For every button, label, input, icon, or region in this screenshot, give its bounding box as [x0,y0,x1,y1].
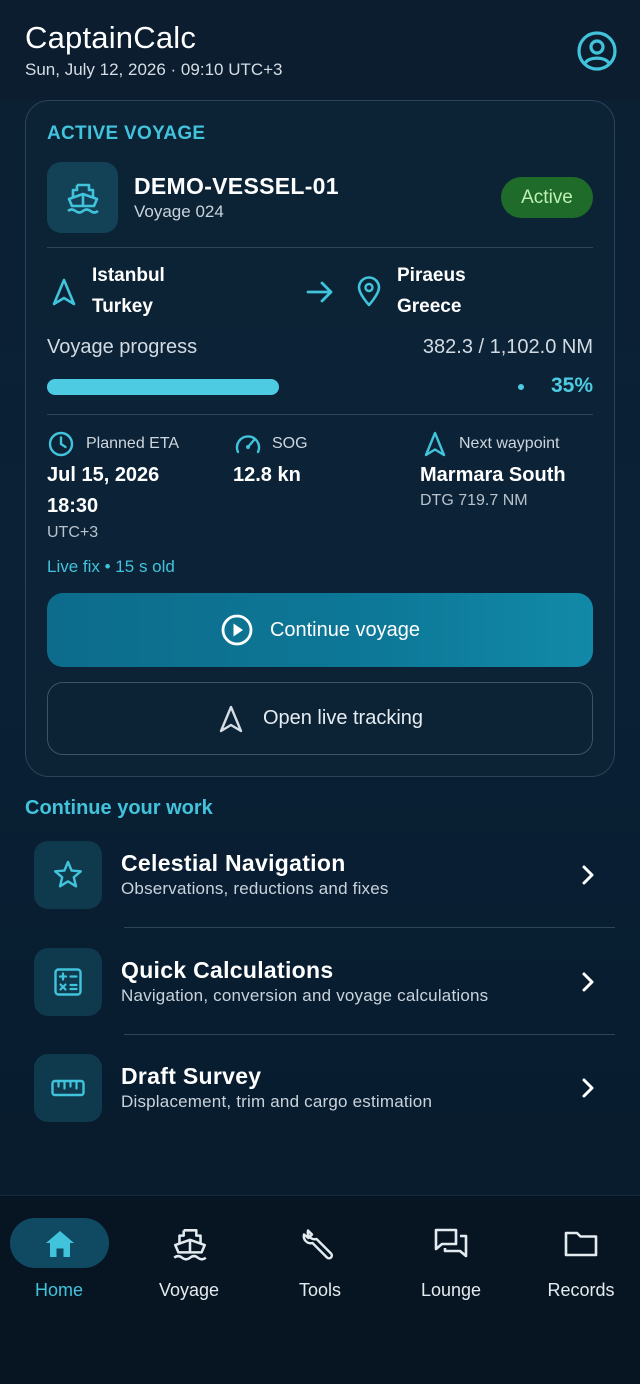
waypoint-icon [424,431,446,457]
nav-item-records[interactable]: Records [512,1196,640,1316]
origin-city: Istanbul [92,265,165,286]
progress-distance: 382.3 / 1,102.0 NM [422,336,593,358]
open-live-tracking-label: Open live tracking [262,707,424,729]
nav-item-tools[interactable]: Tools [256,1196,384,1316]
item-icon-box [34,841,102,909]
nav-item-lounge[interactable]: Lounge [384,1196,512,1316]
location-pin-icon [357,276,381,307]
header-datetime: Sun, July 12, 2026 · 09:10 UTC+3 [25,60,283,79]
list-item-draft-survey[interactable]: Draft Survey Displacement, trim and carg… [0,1043,640,1143]
origin-country: Turkey [92,296,153,317]
item-title: Celestial Navigation [121,850,346,876]
divider [124,1034,615,1035]
ship-icon [173,1229,207,1261]
clock-icon [48,431,74,457]
continue-work-title: Continue your work [25,797,213,819]
arrow-right-icon [306,281,333,303]
app-title: CaptainCalc [25,20,197,55]
progress-percent: 35% [550,374,593,397]
divider [47,414,593,415]
chevron-right-icon [582,1078,594,1098]
chat-icon [434,1228,468,1258]
folder-icon [564,1231,598,1257]
app-header: CaptainCalc Sun, July 12, 2026 · 09:10 U… [0,0,640,100]
progress-bar-fill [47,379,280,395]
item-subtitle: Displacement, trim and cargo estimation [121,1092,433,1111]
chevron-right-icon [582,865,594,885]
eta-timezone: UTC+3 [47,524,99,541]
item-icon-box [34,948,102,1016]
eta-time: 18:30 [47,495,99,517]
list-item-celestial-navigation[interactable]: Celestial Navigation Observations, reduc… [0,830,640,930]
eta-date: Jul 15, 2026 [47,464,160,486]
nav-label-lounge: Lounge [420,1280,482,1300]
progress-dot [518,384,524,390]
destination-country: Greece [397,296,462,317]
user-circle-icon[interactable] [576,30,618,72]
nav-label-records: Records [547,1280,615,1300]
nav-label-home: Home [34,1280,83,1300]
wrench-icon [302,1229,334,1260]
status-badge: Active [501,177,593,218]
waypoint-name: Marmara South [420,464,566,486]
live-fix-status: Live fix • 15 s old [47,557,175,576]
item-subtitle: Navigation, conversion and voyage calcul… [121,986,489,1005]
item-icon-box [34,1054,102,1122]
item-title: Draft Survey [121,1063,262,1089]
navigation-arrow-icon [52,278,76,306]
active-voyage-title: ACTIVE VOYAGE [47,123,206,144]
item-title: Quick Calculations [121,957,334,983]
destination-city: Piraeus [397,265,466,286]
continue-voyage-button[interactable]: Continue voyage [47,593,593,667]
waypoint-dtg: DTG 719.7 NM [420,492,528,509]
divider [47,247,593,248]
ruler-icon [51,1079,85,1097]
star-icon [54,860,82,888]
voyage-number: Voyage 024 [134,202,224,221]
divider [124,927,615,928]
progress-label: Voyage progress [47,336,198,358]
progress-bar [47,379,507,395]
list-item-quick-calculations[interactable]: Quick Calculations Navigation, conversio… [0,937,640,1037]
item-subtitle: Observations, reductions and fixes [121,879,389,898]
open-live-tracking-button[interactable]: Open live tracking [47,682,593,755]
nav-item-home[interactable]: Home [0,1196,128,1316]
home-icon [46,1231,74,1257]
speedometer-icon [235,435,261,454]
play-circle-icon [221,614,253,646]
calculator-icon [54,968,82,996]
nav-label-tools: Tools [298,1280,342,1300]
eta-label: Planned ETA [86,435,180,452]
waypoint-label: Next waypoint [459,435,560,452]
vessel-name: DEMO-VESSEL-01 [134,173,339,199]
sog-label: SOG [272,435,308,452]
sog-value: 12.8 kn [233,464,301,486]
nav-label-voyage: Voyage [158,1280,220,1300]
chevron-right-icon [582,972,594,992]
nav-item-voyage[interactable]: Voyage [128,1196,256,1316]
continue-voyage-label: Continue voyage [269,618,421,641]
navigation-arrow-icon [219,705,243,732]
bottom-navigation: Home Voyage Tools Lounge Records [0,1195,640,1384]
vessel-avatar [47,162,118,233]
ship-icon [66,183,99,214]
